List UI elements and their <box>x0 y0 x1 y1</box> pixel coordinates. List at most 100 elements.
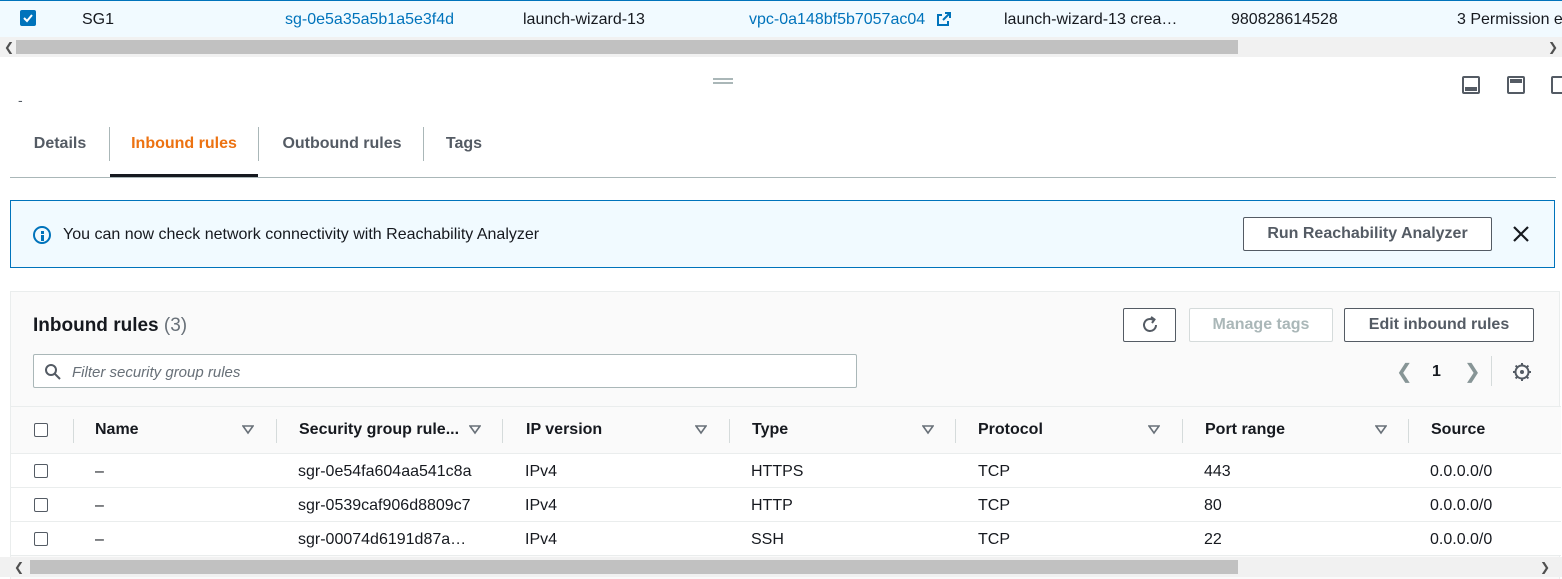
next-page-icon[interactable]: ❯ <box>1464 362 1481 382</box>
sg-id-link[interactable]: sg-0e5a35a5b1a5e3f4d <box>285 11 454 29</box>
rule-id: sgr-0539caf906d8809c7 <box>298 497 471 514</box>
rule-protocol: TCP <box>978 497 1010 514</box>
sg-inbound-count: 3 Permission e <box>1457 11 1562 28</box>
split-panel-dash: - <box>18 92 23 108</box>
rule-type: SSH <box>751 531 784 548</box>
manage-tags-button[interactable]: Manage tags <box>1189 308 1333 342</box>
rule-name: – <box>95 531 104 548</box>
column-separator <box>276 419 277 443</box>
rule-source: 0.0.0.0/0 <box>1430 531 1493 548</box>
sort-icon[interactable] <box>1148 425 1160 435</box>
tab-outbound-rules[interactable]: Outbound rules <box>268 118 416 176</box>
reachability-info-banner: You can now check network connectivity w… <box>10 200 1555 268</box>
external-link-icon[interactable] <box>936 11 952 32</box>
row-checkbox[interactable] <box>34 498 48 512</box>
top-horizontal-scrollbar[interactable]: ❮ ❯ <box>0 37 1562 57</box>
column-header-type[interactable]: Type <box>752 421 788 439</box>
column-header-ip-version[interactable]: IP version <box>526 421 602 439</box>
rule-protocol: TCP <box>978 531 1010 548</box>
inbound-rules-count: (3) <box>163 315 188 336</box>
column-separator <box>1408 419 1409 443</box>
column-separator <box>1182 419 1183 443</box>
inbound-rules-heading: Inbound rules (3) <box>33 315 187 337</box>
scroll-right-icon[interactable]: ❯ <box>1548 41 1558 53</box>
inbound-rules-title: Inbound rules <box>33 315 159 336</box>
column-header-protocol[interactable]: Protocol <box>978 421 1043 439</box>
column-header-source[interactable]: Source <box>1431 421 1485 439</box>
rule-source: 0.0.0.0/0 <box>1430 463 1493 480</box>
refresh-icon <box>1142 316 1157 332</box>
select-all-checkbox[interactable] <box>34 423 48 437</box>
tab-separator <box>258 127 259 161</box>
column-separator <box>502 419 503 443</box>
table-row[interactable]: – sgr-0e54fa604aa541c8a IPv4 HTTPS TCP 4… <box>11 454 1561 488</box>
sort-icon[interactable] <box>242 425 254 435</box>
filter-search-box[interactable] <box>33 354 857 388</box>
sg-description: launch-wizard-13 crea… <box>1004 11 1178 28</box>
sg-group-name: launch-wizard-13 <box>523 11 645 28</box>
selected-security-group-row[interactable]: SG1 sg-0e5a35a5b1a5e3f4d launch-wizard-1… <box>0 0 1562 38</box>
column-separator <box>729 419 730 443</box>
close-icon[interactable] <box>1511 224 1531 244</box>
scrollbar-thumb[interactable] <box>30 560 1238 574</box>
column-separator <box>73 419 74 443</box>
rule-protocol: TCP <box>978 463 1010 480</box>
banner-message: You can now check network connectivity w… <box>63 226 540 243</box>
inbound-rules-container: Inbound rules (3) Manage tags Edit inbou… <box>10 291 1561 579</box>
sort-icon[interactable] <box>469 425 481 435</box>
vpc-id-link[interactable]: vpc-0a148bf5b7057ac04 <box>749 11 925 29</box>
rule-name: – <box>95 463 104 480</box>
scroll-left-icon[interactable]: ❮ <box>4 41 14 53</box>
scroll-right-icon[interactable]: ❯ <box>1540 561 1550 573</box>
sort-icon[interactable] <box>695 425 707 435</box>
row-checkbox[interactable] <box>34 464 48 478</box>
tab-details[interactable]: Details <box>20 118 100 176</box>
search-input[interactable] <box>72 362 842 382</box>
tab-list: Details Inbound rules Outbound rules Tag… <box>10 118 1556 178</box>
panel-bottom-icon[interactable] <box>1462 76 1480 94</box>
gear-icon[interactable] <box>1512 362 1532 387</box>
refresh-button[interactable] <box>1123 308 1176 342</box>
panel-side-icon[interactable] <box>1507 76 1525 94</box>
search-icon <box>44 363 62 386</box>
pager-separator <box>1491 356 1492 386</box>
tab-separator <box>423 127 424 161</box>
edit-inbound-rules-button[interactable]: Edit inbound rules <box>1344 308 1534 342</box>
sg-owner: 980828614528 <box>1231 11 1338 28</box>
tab-tags[interactable]: Tags <box>430 118 498 176</box>
rule-port-range: 22 <box>1204 531 1222 548</box>
panel-close-icon[interactable] <box>1551 76 1562 94</box>
sg-name: SG1 <box>82 11 115 28</box>
info-icon <box>33 226 51 244</box>
rule-id: sgr-00074d6191d87a… <box>298 531 467 548</box>
column-header-name[interactable]: Name <box>95 421 139 439</box>
rule-name: – <box>95 497 104 514</box>
column-header-rule-id[interactable]: Security group rule... <box>299 421 459 439</box>
table-header: Name Security group rule... IP version T… <box>11 406 1561 454</box>
rule-port-range: 443 <box>1204 463 1231 480</box>
sort-icon[interactable] <box>922 425 934 435</box>
previous-page-icon[interactable]: ❮ <box>1396 362 1413 382</box>
table-horizontal-scrollbar[interactable]: ❮ ❯ <box>0 557 1562 577</box>
table-row[interactable]: – sgr-0539caf906d8809c7 IPv4 HTTP TCP 80… <box>11 488 1561 522</box>
table-row[interactable]: – sgr-00074d6191d87a… IPv4 SSH TCP 22 0.… <box>11 522 1561 556</box>
rule-id: sgr-0e54fa604aa541c8a <box>298 463 472 480</box>
rule-port-range: 80 <box>1204 497 1222 514</box>
scrollbar-thumb[interactable] <box>16 40 1238 54</box>
rule-source: 0.0.0.0/0 <box>1430 497 1493 514</box>
row-checkbox[interactable] <box>34 532 48 546</box>
split-panel-drag-handle[interactable] <box>713 78 733 84</box>
rule-ip-version: IPv4 <box>525 497 558 514</box>
column-separator <box>955 419 956 443</box>
tab-inbound-rules[interactable]: Inbound rules <box>110 118 258 177</box>
rule-ip-version: IPv4 <box>525 531 558 548</box>
rule-ip-version: IPv4 <box>525 463 558 480</box>
current-page-number[interactable]: 1 <box>1432 363 1441 381</box>
rule-type: HTTP <box>751 497 793 514</box>
run-reachability-analyzer-button[interactable]: Run Reachability Analyzer <box>1243 217 1492 251</box>
sort-icon[interactable] <box>1375 425 1387 435</box>
column-header-port-range[interactable]: Port range <box>1205 421 1285 439</box>
rule-type: HTTPS <box>751 463 804 480</box>
row-checkbox-checked[interactable] <box>20 10 36 26</box>
scroll-left-icon[interactable]: ❮ <box>14 561 24 573</box>
